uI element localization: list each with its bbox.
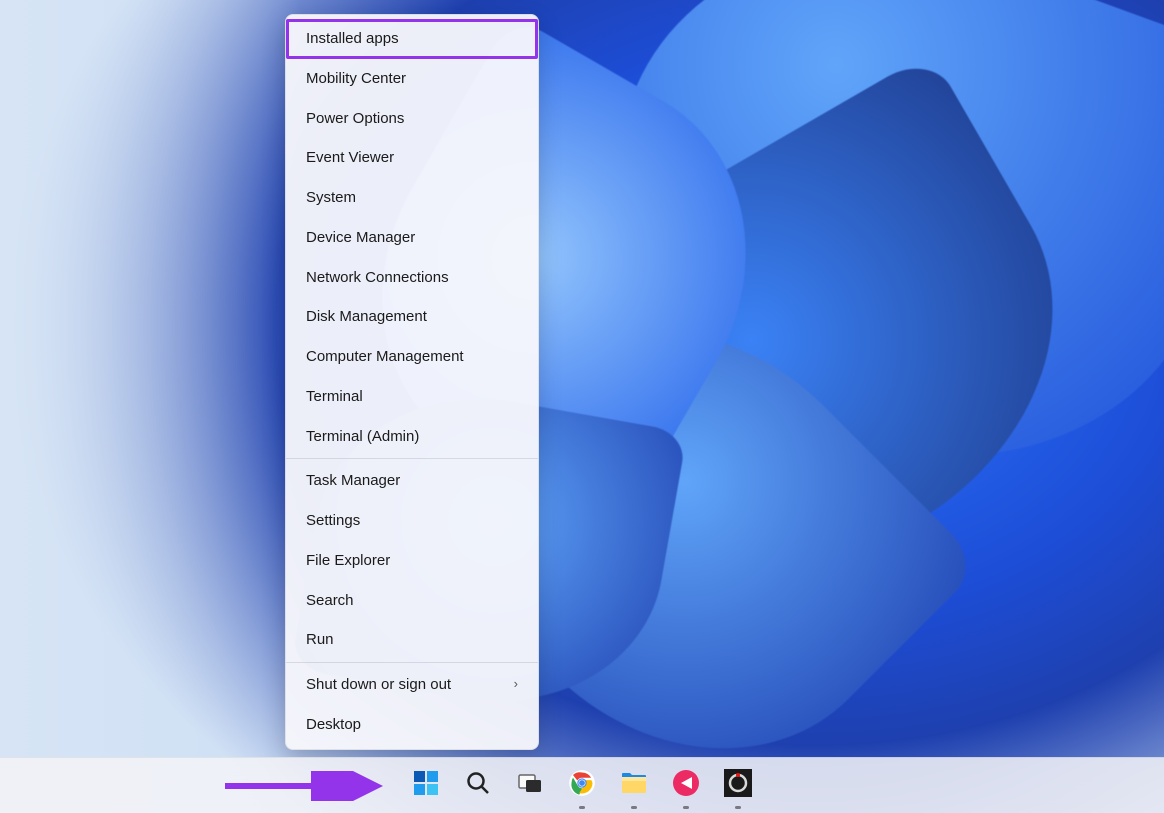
menu-item-label: Event Viewer [306,147,394,169]
winx-context-menu: Installed apps Mobility Center Power Optio… [285,14,539,750]
running-indicator [735,806,741,809]
menu-item-shut-down[interactable]: Shut down or sign out › [286,665,538,705]
menu-item-label: Disk Management [306,306,427,328]
running-indicator [579,806,585,809]
chrome-icon [568,769,596,802]
chevron-right-icon: › [514,675,518,694]
menu-item-label: Run [306,629,334,651]
menu-item-label: Installed apps [306,28,399,50]
taskbar [0,757,1164,813]
menu-item-settings[interactable]: Settings [286,501,538,541]
running-indicator [683,806,689,809]
menu-item-label: Network Connections [306,267,449,289]
taskbar-item-app-dark[interactable] [718,766,758,806]
menu-item-label: Computer Management [306,346,464,368]
menu-item-label: Terminal [306,386,363,408]
menu-item-network-connections[interactable]: Network Connections [286,258,538,298]
menu-item-event-viewer[interactable]: Event Viewer [286,138,538,178]
menu-item-system[interactable]: System [286,178,538,218]
menu-item-label: Power Options [306,108,404,130]
menu-item-label: Device Manager [306,227,415,249]
dark-circle-app-icon [724,769,752,802]
menu-separator [286,458,538,459]
search-icon [465,770,491,801]
taskbar-item-start[interactable] [406,766,446,806]
menu-item-computer-management[interactable]: Computer Management [286,337,538,377]
menu-item-mobility-center[interactable]: Mobility Center [286,59,538,99]
menu-item-task-manager[interactable]: Task Manager [286,461,538,501]
menu-item-label: Terminal (Admin) [306,426,419,448]
menu-item-run[interactable]: Run [286,620,538,660]
menu-item-label: File Explorer [306,550,390,572]
taskview-icon [517,770,543,801]
menu-item-label: Desktop [306,714,361,736]
menu-item-terminal-admin[interactable]: Terminal (Admin) [286,417,538,457]
menu-item-power-options[interactable]: Power Options [286,99,538,139]
file-explorer-icon [620,769,648,802]
menu-item-label: Shut down or sign out [306,674,451,696]
menu-item-desktop[interactable]: Desktop [286,705,538,745]
taskbar-item-taskview[interactable] [510,766,550,806]
menu-item-terminal[interactable]: Terminal [286,377,538,417]
menu-item-label: Task Manager [306,470,400,492]
running-indicator [631,806,637,809]
menu-item-search[interactable]: Search [286,581,538,621]
menu-item-label: System [306,187,356,209]
taskbar-item-chrome[interactable] [562,766,602,806]
taskbar-item-app-pink[interactable] [666,766,706,806]
taskbar-item-search[interactable] [458,766,498,806]
menu-item-device-manager[interactable]: Device Manager [286,218,538,258]
menu-item-label: Settings [306,510,360,532]
windows-start-icon [413,770,439,801]
menu-item-file-explorer[interactable]: File Explorer [286,541,538,581]
menu-separator [286,662,538,663]
menu-item-installed-apps[interactable]: Installed apps [286,19,538,59]
pink-circle-app-icon [672,769,700,802]
menu-item-disk-management[interactable]: Disk Management [286,297,538,337]
menu-item-label: Search [306,590,354,612]
menu-item-label: Mobility Center [306,68,406,90]
taskbar-item-explorer[interactable] [614,766,654,806]
desktop-wallpaper: Installed apps Mobility Center Power Optio… [0,0,1164,813]
